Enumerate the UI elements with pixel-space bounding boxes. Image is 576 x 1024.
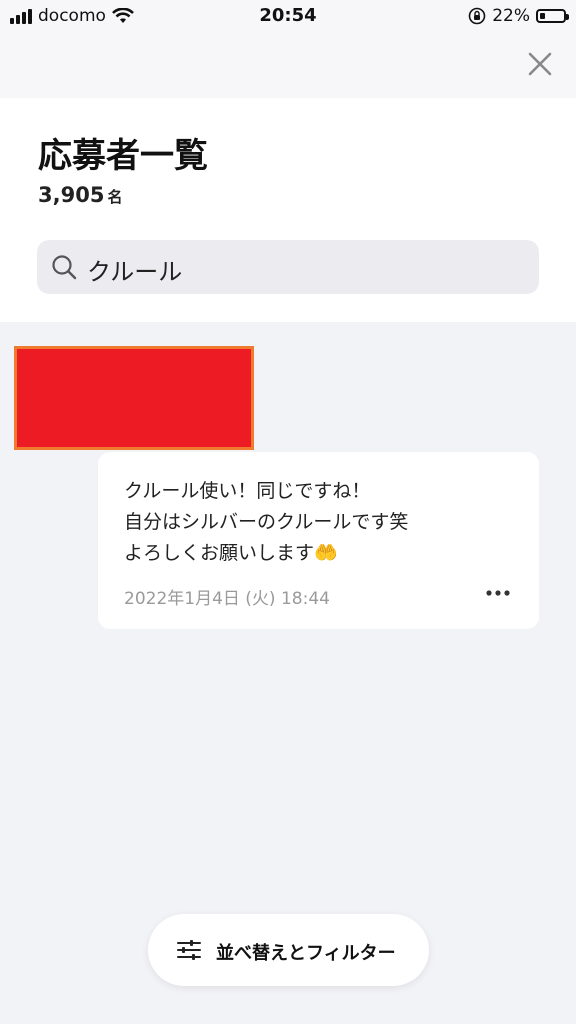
search-query: クルール: [87, 258, 183, 286]
message-date: 2022年1月4日 (火) 18:44: [124, 589, 330, 609]
more-icon[interactable]: [486, 588, 510, 598]
status-right: 22%: [468, 6, 569, 26]
status-bar: docomo 20:54 22%: [0, 0, 576, 34]
battery-icon: [536, 9, 569, 23]
battery-percent: 22%: [492, 6, 530, 26]
filter-icon: [177, 940, 201, 960]
redacted-profile: [14, 346, 254, 450]
message-text: クルール使い！同じですね！ 自分はシルバーのクルールです笑 よろしくお願いします…: [124, 480, 409, 564]
rotation-lock-icon: [468, 7, 486, 25]
sort-filter-label: 並べ替えとフィルター: [216, 943, 396, 964]
applicant-count-value: 3,905: [38, 183, 105, 207]
sort-filter-button[interactable]: 並べ替えとフィルター: [148, 914, 429, 986]
page-title: 応募者一覧: [38, 136, 208, 176]
applicant-count-unit: 名: [107, 188, 123, 206]
applicant-count: 3,905 名: [38, 183, 122, 207]
close-icon[interactable]: [522, 46, 558, 82]
battery-fill: [540, 13, 545, 19]
search-icon: [52, 255, 77, 280]
search-input[interactable]: クルール: [37, 240, 539, 294]
message-card: クルール使い！同じですね！ 自分はシルバーのクルールです笑 よろしくお願いします…: [98, 452, 539, 629]
